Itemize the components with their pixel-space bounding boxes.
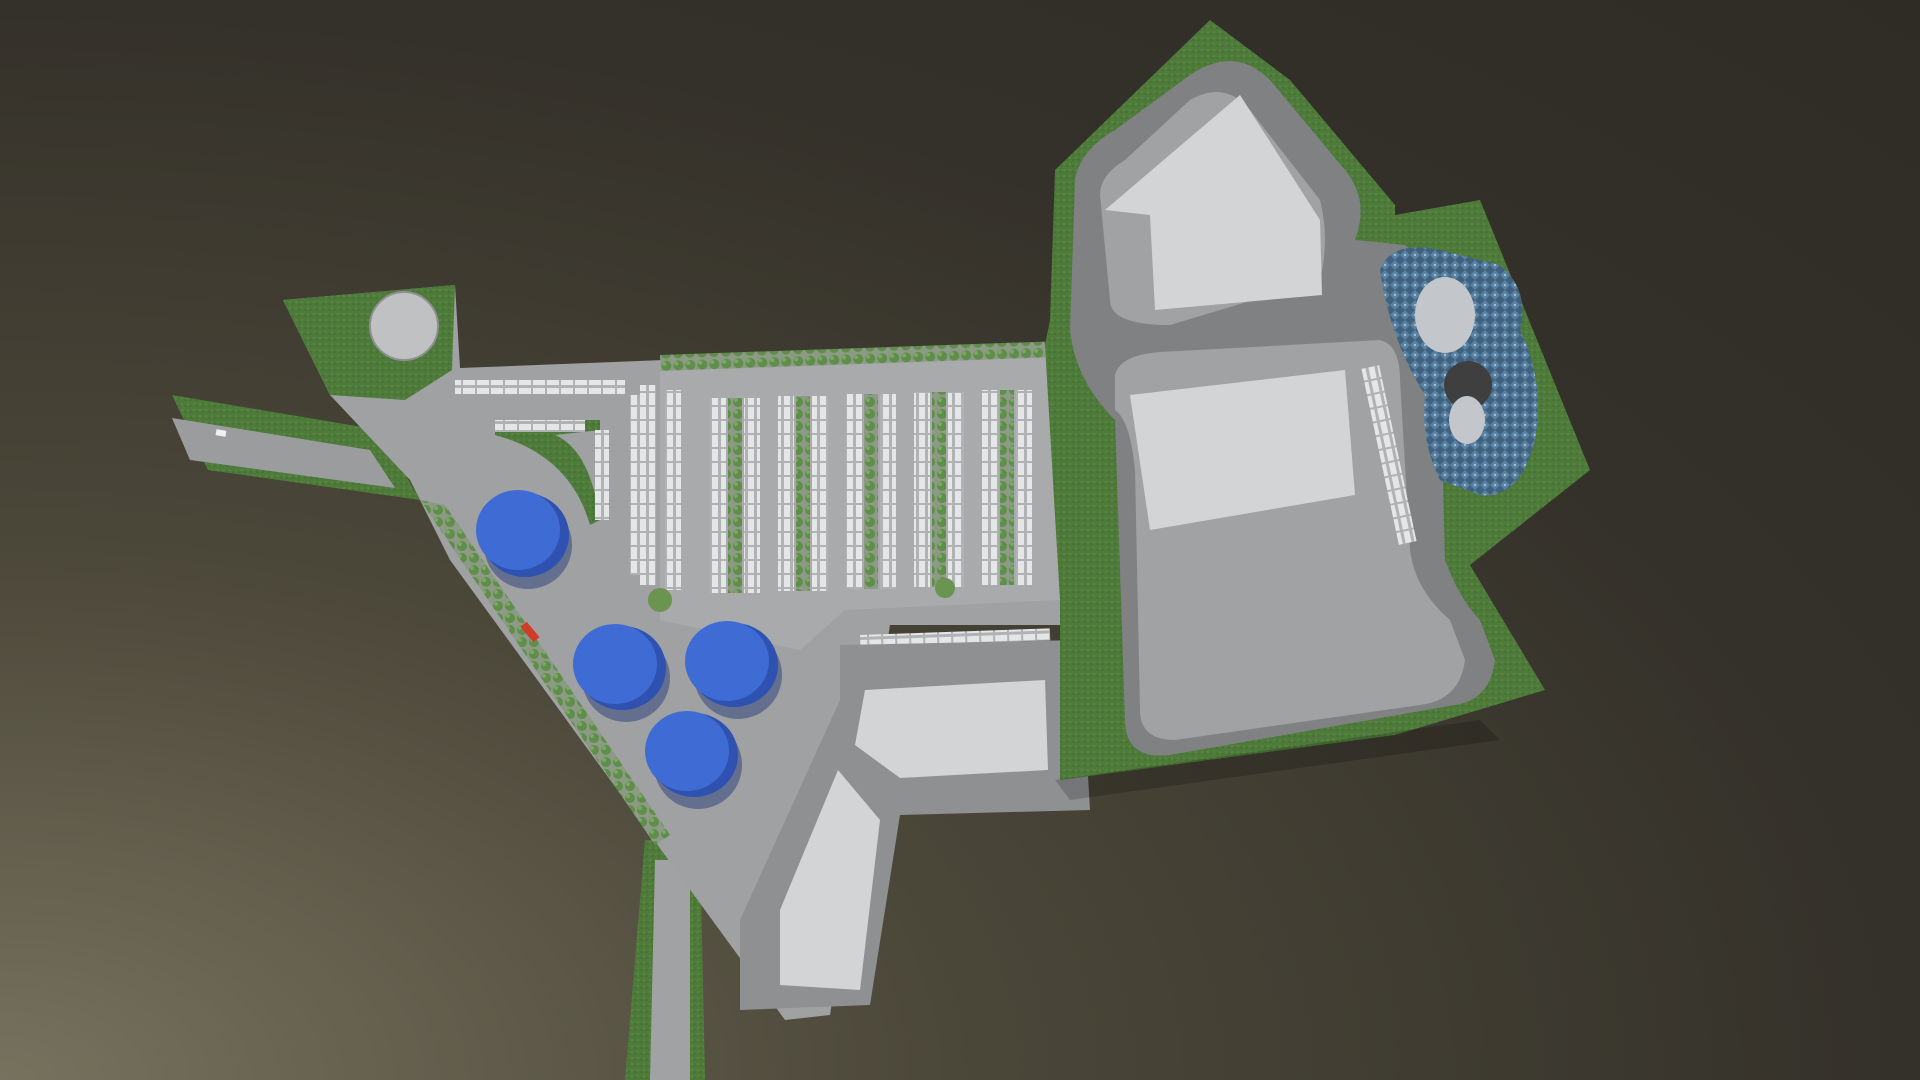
warehouse-roof (855, 680, 1048, 778)
dome-structure (369, 291, 439, 361)
3d-site-plan-viewport[interactable] (0, 0, 1920, 1080)
site-model (172, 20, 1590, 1080)
